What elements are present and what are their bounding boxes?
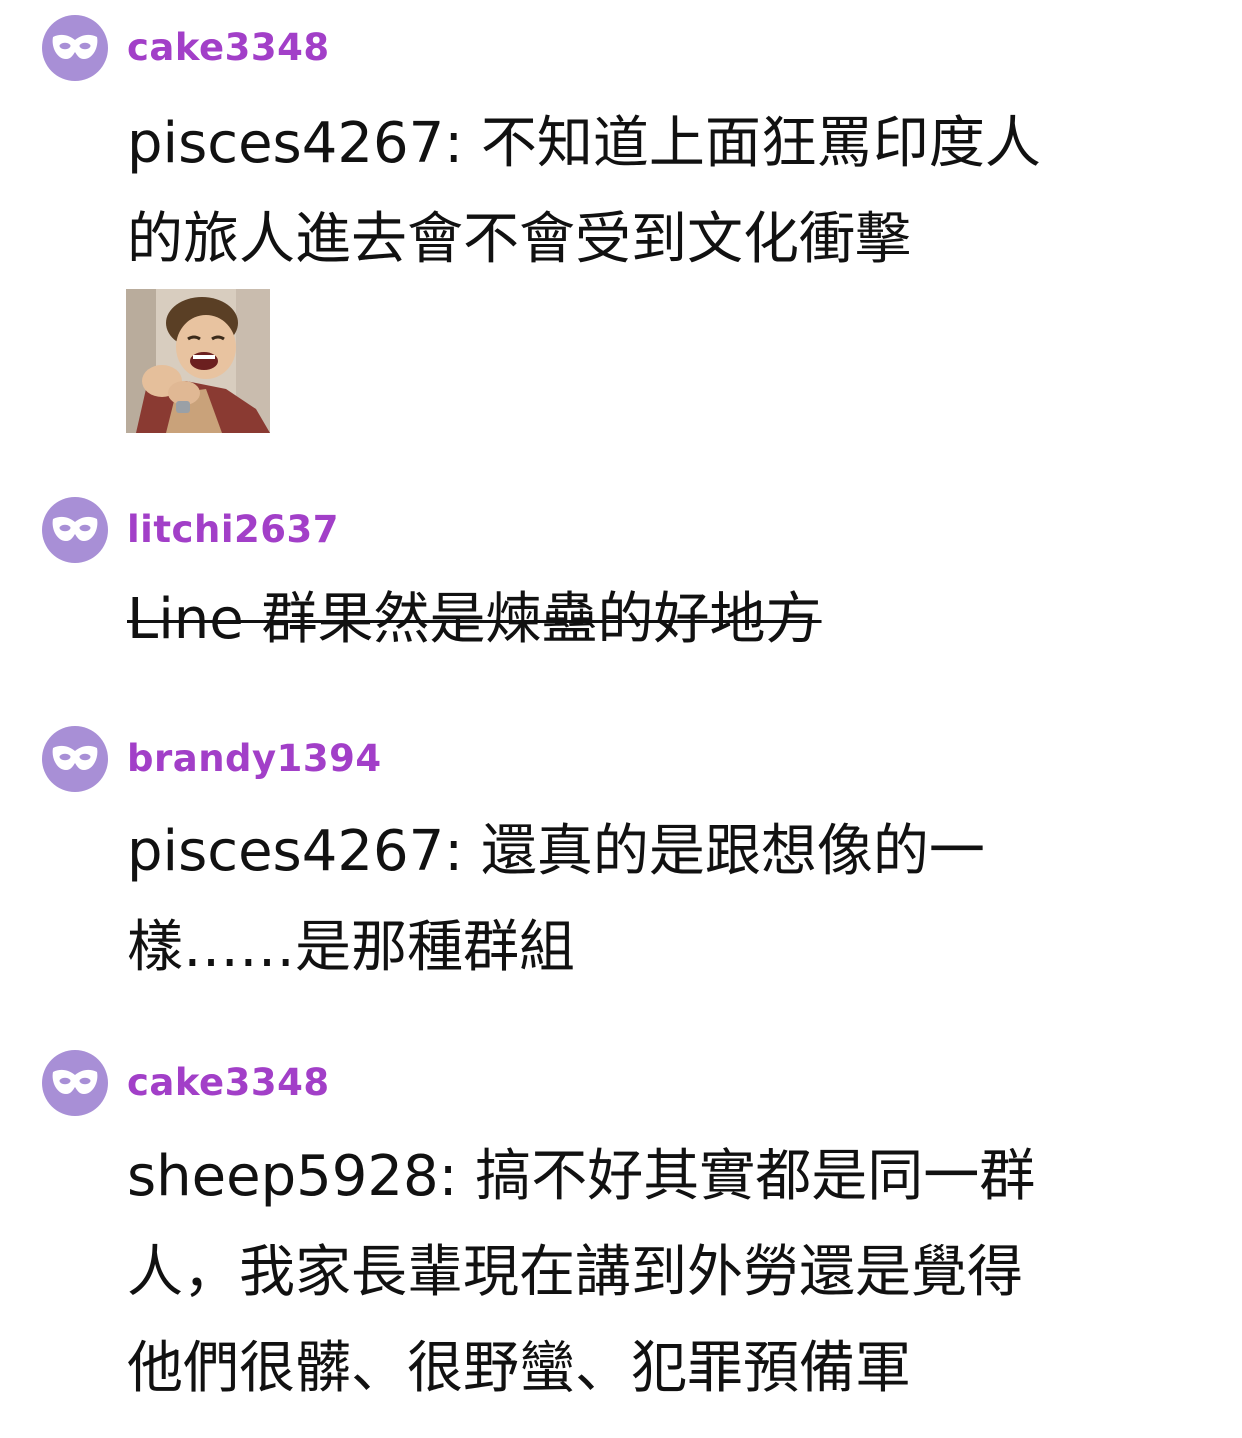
avatar[interactable]	[42, 1050, 108, 1116]
comment-header: brandy1394	[0, 726, 1242, 792]
laughing-person-image	[126, 289, 270, 433]
username[interactable]: litchi2637	[127, 509, 339, 551]
comment-item: cake3348 pisces4267: 不知道上面狂罵印度人 的旅人進去會不會…	[0, 15, 1242, 433]
comment-text: sheep5928: 搞不好其實都是同一群 人，我家長輩現在講到外勞還是覺得 他…	[127, 1129, 1207, 1417]
comment-text: pisces4267: 不知道上面狂罵印度人 的旅人進去會不會受到文化衝擊	[127, 96, 1207, 288]
avatar[interactable]	[42, 497, 108, 563]
comment-text: Line 群果然是煉蠱的好地方	[127, 572, 1207, 668]
comment-item: litchi2637 Line 群果然是煉蠱的好地方	[0, 497, 1242, 652]
comment-header: cake3348	[0, 15, 1242, 81]
comment-text-line: 的旅人進去會不會受到文化衝擊	[127, 207, 911, 272]
mask-icon	[52, 1069, 98, 1094]
comment-item: cake3348 sheep5928: 搞不好其實都是同一群 人，我家長輩現在講…	[0, 1050, 1242, 1401]
comment-text-line: 樣……是那種群組	[127, 915, 575, 980]
comment-item: brandy1394 pisces4267: 還真的是跟想像的一 樣……是那種群…	[0, 726, 1242, 980]
avatar[interactable]	[42, 15, 108, 81]
comment-text-line: pisces4267: 不知道上面狂罵印度人	[127, 111, 1041, 176]
comment-header: litchi2637	[0, 497, 1242, 563]
avatar[interactable]	[42, 726, 108, 792]
comment-text-line: sheep5928: 搞不好其實都是同一群	[127, 1144, 1036, 1209]
comment-text-line-strikethrough: Line 群果然是煉蠱的好地方	[127, 587, 822, 652]
username[interactable]: brandy1394	[127, 738, 382, 780]
username[interactable]: cake3348	[127, 27, 330, 69]
comment-text-line: 人，我家長輩現在講到外勞還是覺得	[127, 1240, 1023, 1305]
username[interactable]: cake3348	[127, 1062, 330, 1104]
comment-text: pisces4267: 還真的是跟想像的一 樣……是那種群組	[127, 804, 1207, 996]
mask-icon	[52, 34, 98, 59]
comment-text-line: pisces4267: 還真的是跟想像的一	[127, 819, 985, 884]
mask-icon	[52, 516, 98, 541]
comment-header: cake3348	[0, 1050, 1242, 1116]
mask-icon	[52, 745, 98, 770]
comment-image-thumbnail[interactable]	[126, 289, 270, 433]
comment-text-line: 他們很髒、很野蠻、犯罪預備軍	[127, 1336, 911, 1401]
